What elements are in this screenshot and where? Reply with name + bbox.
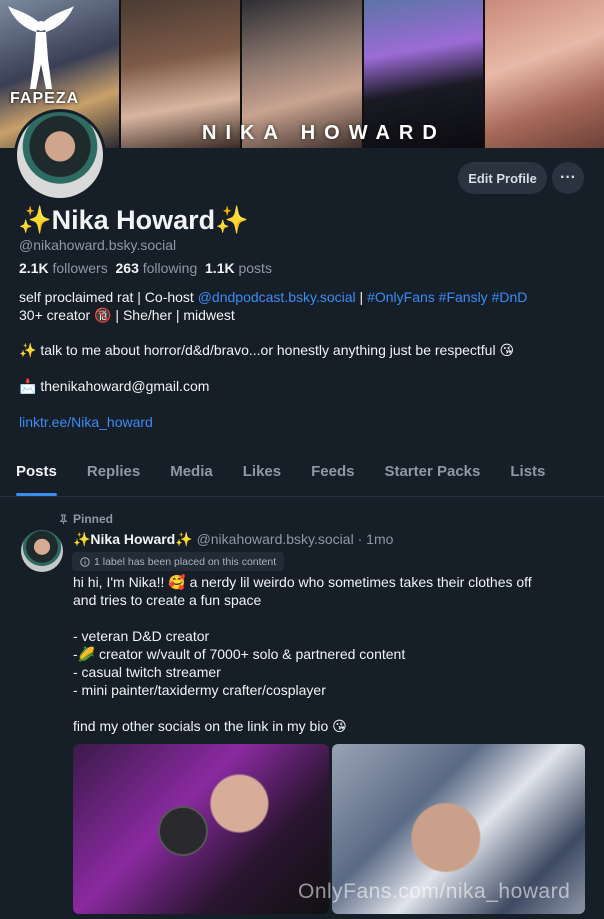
tab-replies[interactable]: Replies (71, 451, 154, 496)
post-line (73, 699, 593, 717)
post-author-avatar[interactable] (21, 530, 63, 572)
fapeza-logo-text: FAPEZA (10, 90, 80, 107)
pinned-label: Pinned (73, 512, 114, 526)
ellipsis-icon: ··· (560, 169, 576, 186)
profile-tabs: Posts Replies Media Likes Feeds Starter … (0, 451, 604, 497)
banner-title: NIKA HOWARD (202, 122, 446, 144)
post-line: - veteran D&D creator (73, 628, 210, 644)
post-line: - mini painter/taxidermy crafter/cosplay… (73, 682, 326, 698)
more-options-button[interactable]: ··· (552, 162, 584, 194)
profile-handle: @nikahoward.bsky.social (19, 237, 177, 253)
bio-hashtags[interactable]: #OnlyFans #Fansly #DnD (367, 289, 527, 305)
post-author-handle[interactable]: @nikahoward.bsky.social (197, 531, 354, 547)
post-body: hi hi, I'm Nika!! 🥰 a nerdy lil weirdo w… (73, 573, 593, 735)
bio-mention-link[interactable]: @dndpodcast.bsky.social (198, 289, 356, 305)
bio-separator: | (355, 289, 368, 305)
post-author-name[interactable]: ✨Nika Howard✨ (73, 531, 193, 547)
profile-avatar[interactable] (14, 109, 106, 201)
info-icon (80, 556, 90, 567)
post-line: and tries to create a fun space (73, 592, 262, 608)
tab-lists[interactable]: Lists (494, 451, 559, 496)
edit-profile-button[interactable]: Edit Profile (458, 162, 547, 194)
tab-likes[interactable]: Likes (227, 451, 295, 496)
followers-link[interactable]: 2.1K followers (19, 260, 108, 276)
pinned-indicator: Pinned (58, 512, 113, 526)
tab-posts[interactable]: Posts (0, 451, 71, 496)
profile-bio: self proclaimed rat | Co-host @dndpodcas… (19, 288, 594, 431)
bio-linktree-link[interactable]: linktr.ee/Nika_howard (19, 413, 594, 431)
tab-feeds[interactable]: Feeds (295, 451, 368, 496)
followers-label: followers (52, 260, 108, 276)
post-line (73, 609, 593, 627)
posts-count: 1.1K (205, 260, 235, 276)
following-count: 263 (115, 260, 139, 276)
post-separator: · (353, 531, 367, 547)
bio-email: 📩 thenikahoward@gmail.com (19, 378, 210, 394)
tab-media[interactable]: Media (154, 451, 227, 496)
post-line: - casual twitch streamer (73, 664, 221, 680)
pin-icon (59, 513, 68, 524)
post-header: ✨Nika Howard✨ @nikahoward.bsky.social · … (73, 531, 393, 548)
bio-text: self proclaimed rat | Co-host (19, 289, 198, 305)
post-time[interactable]: 1mo (366, 531, 393, 547)
post-line: find my other socials on the link in my … (73, 718, 347, 734)
banner-photo-5 (484, 0, 604, 148)
followers-count: 2.1K (19, 260, 49, 276)
tab-starter-packs[interactable]: Starter Packs (368, 451, 494, 496)
image-watermark: OnlyFans.com/nika_howard (298, 880, 571, 903)
bio-line: 30+ creator 🔞 | She/her | midwest (19, 307, 235, 323)
content-label-notice[interactable]: 1 label has been placed on this content (72, 552, 285, 571)
bio-line: ✨ talk to me about horror/d&d/bravo...or… (19, 342, 515, 358)
display-name: ✨Nika Howard✨ (18, 205, 249, 235)
following-link[interactable]: 263 following (116, 260, 198, 276)
following-label: following (142, 260, 198, 276)
post-line: hi hi, I'm Nika!! 🥰 a nerdy lil weirdo w… (73, 574, 532, 590)
post-line: -🌽 creator w/vault of 7000+ solo & partn… (73, 646, 406, 662)
fapeza-logo-icon (8, 6, 74, 89)
label-notice-text: 1 label has been placed on this content (94, 555, 277, 568)
microphone-prop (158, 806, 208, 856)
profile-stats: 2.1K followers 263 following 1.1K posts (19, 260, 272, 276)
posts-label: posts (238, 260, 272, 276)
